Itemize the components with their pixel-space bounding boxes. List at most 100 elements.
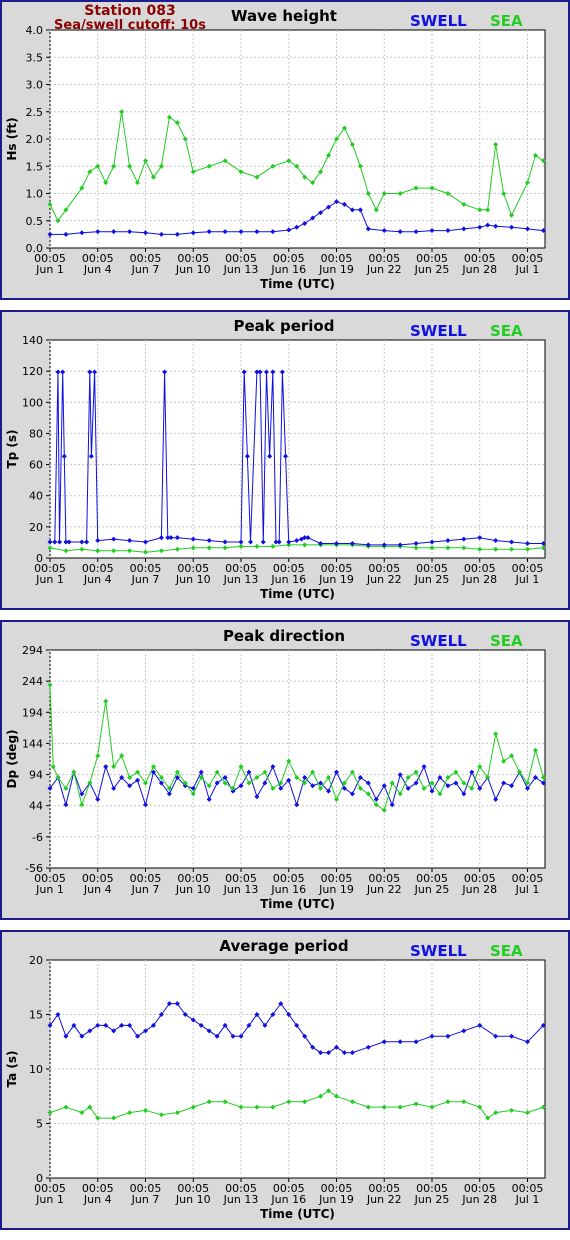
wave-height-panel: 0.0 0.5 1.0 1.5 2.0 2.5 3.0 3.5 4.0 00:05 Jun 1 00:… [0,0,570,300]
chart-title: Average period [219,937,348,955]
sea-swell-cutoff: Sea/swell cutoff: 10s [54,18,206,33]
x-tick-date: Jun 25 [414,263,450,276]
y-tick-label: -6 [32,831,43,844]
y-axis-label: Hs (ft) [5,117,19,160]
y-tick-label: 100 [22,396,43,409]
y-tick-label: 20 [29,954,43,967]
y-tick-label: 2.0 [26,133,44,146]
x-tick-date: Jun 25 [414,1193,450,1206]
x-tick-date: Jun 16 [270,883,306,896]
x-tick-date: Jun 4 [83,883,112,896]
x-tick-date: Jul 1 [515,883,540,896]
peak-period-chart: 02040608010012014000:05Jun 100:05Jun 400… [0,310,570,610]
y-axis-label: Tp (s) [5,429,19,468]
y-axis-label: Dp (deg) [5,729,19,788]
legend-swell: SWELL [410,942,467,960]
x-tick-date: Jun 4 [83,573,112,586]
average-period-chart: 0510152000:05Jun 100:05Jun 400:05Jun 700… [0,930,570,1230]
y-tick-label: 294 [22,644,43,657]
x-tick-date: Jul 1 [515,573,540,586]
x-tick-date: Jun 16 [270,1193,306,1206]
y-tick-label: 144 [22,737,43,750]
x-tick-date: Jun 13 [223,1193,259,1206]
x-tick-date: Jul 1 [515,1193,540,1206]
legend-swell: SWELL [410,632,467,650]
x-tick-date: Jun 10 [175,263,211,276]
x-tick-date: Jun 19 [318,1193,354,1206]
x-tick-date: Jun 7 [131,263,160,276]
x-tick-date: Jun 22 [366,1193,402,1206]
y-tick-label: 20 [29,521,43,534]
y-tick-label: 3.0 [26,79,44,92]
x-tick-date: Jun 10 [175,573,211,586]
x-tick-date: Jun 22 [366,573,402,586]
legend-sea: SEA [490,322,523,340]
y-tick-label: 0.5 [26,215,44,228]
x-tick-date: Jun 1 [35,573,64,586]
y-tick-label: 60 [29,459,43,472]
y-tick-label: 40 [29,490,43,503]
x-tick-date: Jun 19 [318,883,354,896]
x-tick-date: Jun 22 [366,263,402,276]
y-tick-label: 44 [29,800,43,813]
x-axis-label: Time (UTC) [260,277,335,291]
x-axis-label: Time (UTC) [260,587,335,601]
x-tick-date: Jun 13 [223,263,259,276]
x-tick-date: Jun 10 [175,883,211,896]
x-axis-label: Time (UTC) [260,1207,335,1221]
legend-sea: SEA [490,12,523,30]
y-tick-label: 94 [29,769,43,782]
y-tick-label: 4.0 [26,24,44,37]
average-period-panel: 0 5 10 15 20 00:05 Jun 1 00:05 Jun 4 00:05 Jun 7 00… [0,930,570,1230]
plot-area [49,339,546,559]
x-tick-date: Jun 19 [318,263,354,276]
x-tick-date: Jun 13 [223,573,259,586]
x-tick-date: Jun 7 [131,883,160,896]
x-tick-date: Jun 16 [270,573,306,586]
legend-sea: SEA [490,632,523,650]
y-tick-label: 10 [29,1063,43,1076]
x-tick-date: Jun 10 [175,1193,211,1206]
y-tick-label: 2.5 [26,106,44,119]
peak-direction-panel: -56 -6 44 94 144 194 244 294 00:05 Jun 1 00:05 Jun … [0,620,570,920]
x-tick-date: Jun 4 [83,263,112,276]
y-tick-label: 15 [29,1009,43,1022]
chart-title: Peak direction [223,627,345,645]
y-tick-label: 194 [22,706,43,719]
plot-area [49,649,546,869]
wave-height-chart: 0.00.51.01.52.02.53.03.54.000:05Jun 100:… [0,0,570,300]
x-tick-date: Jun 16 [270,263,306,276]
y-tick-label: 244 [22,675,43,688]
chart-title: Wave height [231,7,337,25]
x-tick-date: Jun 7 [131,1193,160,1206]
x-tick-date: Jun 7 [131,573,160,586]
y-tick-label: 140 [22,334,43,347]
x-tick-date: Jun 1 [35,263,64,276]
station-title: Station 083 [84,3,175,19]
x-tick-date: Jun 28 [461,883,497,896]
x-tick-date: Jun 22 [366,883,402,896]
y-tick-label: 1.5 [26,160,44,173]
legend-swell: SWELL [410,12,467,30]
y-axis-label: Ta (s) [5,1050,19,1087]
x-tick-date: Jun 28 [461,263,497,276]
legend-swell: SWELL [410,322,467,340]
y-tick-label: 1.0 [26,188,44,201]
x-tick-date: Jun 19 [318,573,354,586]
x-tick-date: Jun 25 [414,883,450,896]
x-axis-label: Time (UTC) [260,897,335,911]
peak-period-panel: 0 20 40 60 80 100 120 140 00:05 Jun 1 00:05 Jun 4 00… [0,310,570,610]
chart-title: Peak period [234,317,335,335]
x-tick-date: Jun 1 [35,1193,64,1206]
y-tick-label: 5 [36,1118,43,1131]
peak-direction-chart: -56-6449414419424429400:05Jun 100:05Jun … [0,620,570,920]
x-tick-date: Jun 4 [83,1193,112,1206]
y-tick-label: 3.5 [26,51,44,64]
y-tick-label: 120 [22,365,43,378]
legend-sea: SEA [490,942,523,960]
x-tick-date: Jun 1 [35,883,64,896]
x-tick-date: Jun 28 [461,573,497,586]
x-tick-date: Jun 13 [223,883,259,896]
x-tick-date: Jul 1 [515,263,540,276]
x-tick-date: Jun 25 [414,573,450,586]
